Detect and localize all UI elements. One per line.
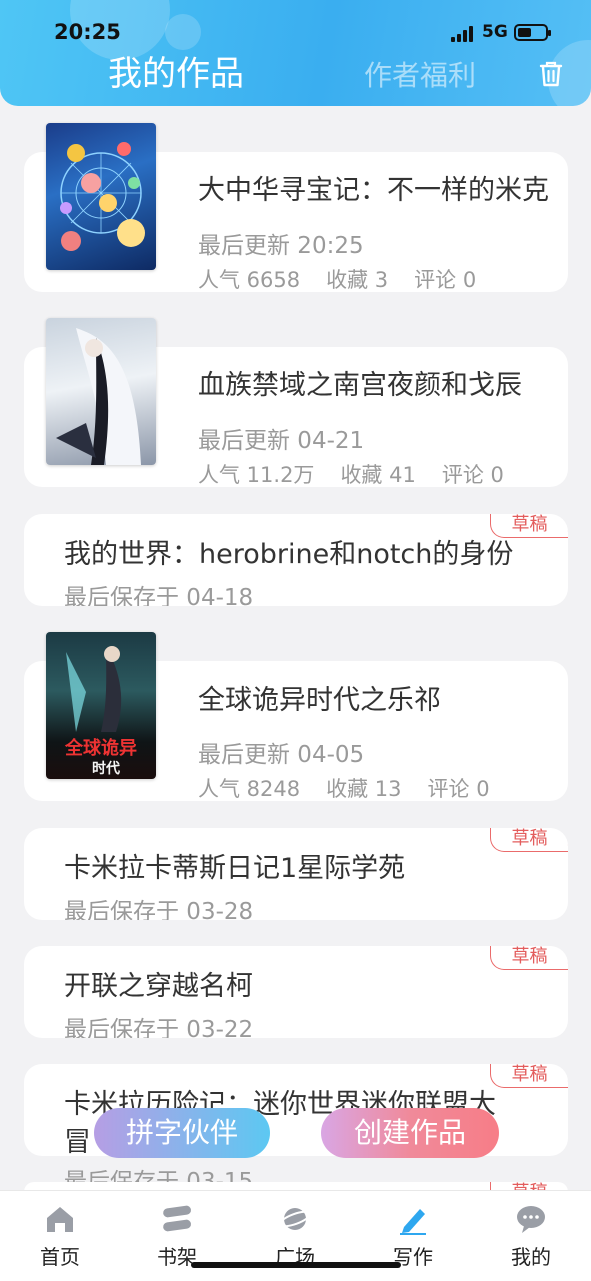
nav-item-plaza[interactable]: 广场 — [255, 1203, 335, 1270]
nav-item-mine[interactable]: 我的 — [491, 1203, 571, 1270]
nav-label: 首页 — [40, 1245, 80, 1269]
network-label: 5G — [482, 22, 508, 42]
svg-text:时代: 时代 — [92, 760, 120, 777]
favorites-count: 收藏 3 — [326, 268, 389, 292]
work-cover-image[interactable] — [46, 123, 156, 270]
bookshelf-icon — [163, 1205, 191, 1232]
tab-author-benefits[interactable]: 作者福利 — [364, 54, 476, 94]
work-cover-image[interactable]: 全球诡异 时代 — [46, 632, 156, 779]
draft-saved-time: 最后保存于 03-22 — [64, 1017, 254, 1038]
battery-icon — [514, 24, 551, 41]
comments-count: 评论 0 — [441, 463, 504, 487]
create-work-button[interactable]: 创建作品 — [321, 1108, 499, 1158]
work-title[interactable]: 全球诡异时代之乐祁 — [198, 678, 441, 717]
pen-icon — [400, 1209, 426, 1235]
draft-saved-time: 最后保存于 04-18 — [64, 585, 254, 606]
svg-text:全球诡异: 全球诡异 — [64, 737, 137, 759]
draft-card[interactable]: 草稿 开联之穿越名柯 最后保存于 03-22 — [24, 946, 568, 1038]
comments-count: 评论 0 — [427, 777, 490, 801]
tab-my-works[interactable]: 我的作品 — [108, 46, 244, 95]
draft-card[interactable]: 草稿 卡米拉卡蒂斯日记1星际学苑 最后保存于 03-28 — [24, 828, 568, 920]
work-updated: 最后更新 04-05 — [198, 742, 365, 768]
work-updated: 最后更新 20:25 — [198, 233, 364, 259]
popularity-count: 人气 11.2万 — [198, 463, 315, 487]
draft-badge: 草稿 — [490, 946, 568, 970]
draft-title[interactable]: 卡米拉卡蒂斯日记1星际学苑 — [64, 846, 405, 885]
planet-icon — [278, 1208, 312, 1230]
draft-title-line2[interactable]: 冒 — [64, 1120, 91, 1156]
pinzi-partner-button[interactable]: 拼字伙伴 — [94, 1108, 270, 1158]
home-indicator — [191, 1262, 401, 1268]
trash-icon[interactable] — [538, 60, 564, 88]
nav-item-bookshelf[interactable]: 书架 — [137, 1203, 217, 1270]
comments-count: 评论 0 — [414, 268, 477, 292]
popularity-count: 人气 8248 — [198, 777, 301, 801]
signal-icon — [451, 26, 477, 42]
nav-item-write[interactable]: 写作 — [373, 1203, 453, 1270]
nav-item-home[interactable]: 首页 — [20, 1203, 100, 1270]
work-cover-image[interactable] — [46, 318, 156, 465]
work-stats: 人气 11.2万 收藏 41 评论 0 — [198, 459, 530, 489]
draft-card[interactable]: 草稿 我的世界：herobrine和notch的身份 最后保存于 04-18 — [24, 514, 568, 606]
work-title[interactable]: 大中华寻宝记：不一样的米克 — [198, 168, 549, 207]
nav-label: 我的 — [511, 1245, 551, 1269]
draft-badge: 草稿 — [490, 1064, 568, 1088]
draft-title[interactable]: 开联之穿越名柯 — [64, 964, 253, 1003]
work-updated: 最后更新 04-21 — [198, 428, 365, 454]
top-header: 20:25 5G 我的作品 作者福利 — [0, 0, 591, 106]
work-stats: 人气 6658 收藏 3 评论 0 — [198, 264, 502, 294]
popularity-count: 人气 6658 — [198, 268, 301, 292]
work-title[interactable]: 血族禁域之南宫夜颜和戈辰 — [198, 363, 522, 402]
home-icon — [47, 1207, 73, 1232]
favorites-count: 收藏 41 — [340, 463, 416, 487]
chat-bubble-icon — [517, 1206, 545, 1233]
draft-saved-time: 最后保存于 03-28 — [64, 899, 254, 920]
work-stats: 人气 8248 收藏 13 评论 0 — [198, 773, 516, 803]
draft-badge: 草稿 — [490, 828, 568, 852]
favorites-count: 收藏 13 — [326, 777, 402, 801]
status-time: 20:25 — [54, 20, 121, 44]
draft-title[interactable]: 我的世界：herobrine和notch的身份 — [64, 532, 513, 571]
